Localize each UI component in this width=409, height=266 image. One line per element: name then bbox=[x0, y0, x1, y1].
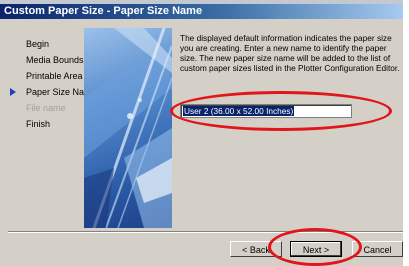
cancel-button[interactable]: Cancel bbox=[352, 241, 403, 257]
plotter-illustration-graphic bbox=[84, 28, 172, 228]
nav-step-label: Media Bounds bbox=[26, 55, 84, 65]
button-separator bbox=[8, 231, 403, 233]
title-bar[interactable]: Custom Paper Size - Paper Size Name bbox=[0, 4, 403, 19]
nav-step-label: Finish bbox=[26, 119, 51, 129]
nav-step-begin: Begin bbox=[8, 36, 86, 52]
nav-step-paper-size-name: Paper Size Name bbox=[8, 84, 97, 100]
nav-step-file-name: File name bbox=[8, 100, 86, 116]
nav-step-printable-area: Printable Area bbox=[8, 68, 86, 84]
window-title: Custom Paper Size - Paper Size Name bbox=[4, 5, 203, 17]
arrow-right-icon bbox=[10, 88, 16, 96]
paper-size-name-value[interactable]: User 2 (36.00 x 52.00 Inches) bbox=[183, 106, 295, 116]
nav-step-media-bounds: Media Bounds bbox=[8, 52, 86, 68]
paper-size-name-input[interactable]: User 2 (36.00 x 52.00 Inches) bbox=[180, 104, 352, 118]
nav-step-finish: Finish bbox=[8, 116, 86, 132]
nav-step-label: File name bbox=[26, 103, 66, 113]
next-button[interactable]: Next > bbox=[290, 241, 342, 257]
nav-step-label: Printable Area bbox=[26, 71, 83, 81]
back-button[interactable]: < Back bbox=[230, 241, 282, 257]
wizard-window: Custom Paper Size - Paper Size Name Begi… bbox=[0, 0, 403, 266]
step-description: The displayed default information indica… bbox=[180, 33, 400, 73]
wizard-steps-nav: Begin Media Bounds Printable Area Paper … bbox=[8, 36, 97, 132]
nav-step-label: Begin bbox=[26, 39, 50, 49]
plotter-illustration bbox=[84, 28, 172, 228]
